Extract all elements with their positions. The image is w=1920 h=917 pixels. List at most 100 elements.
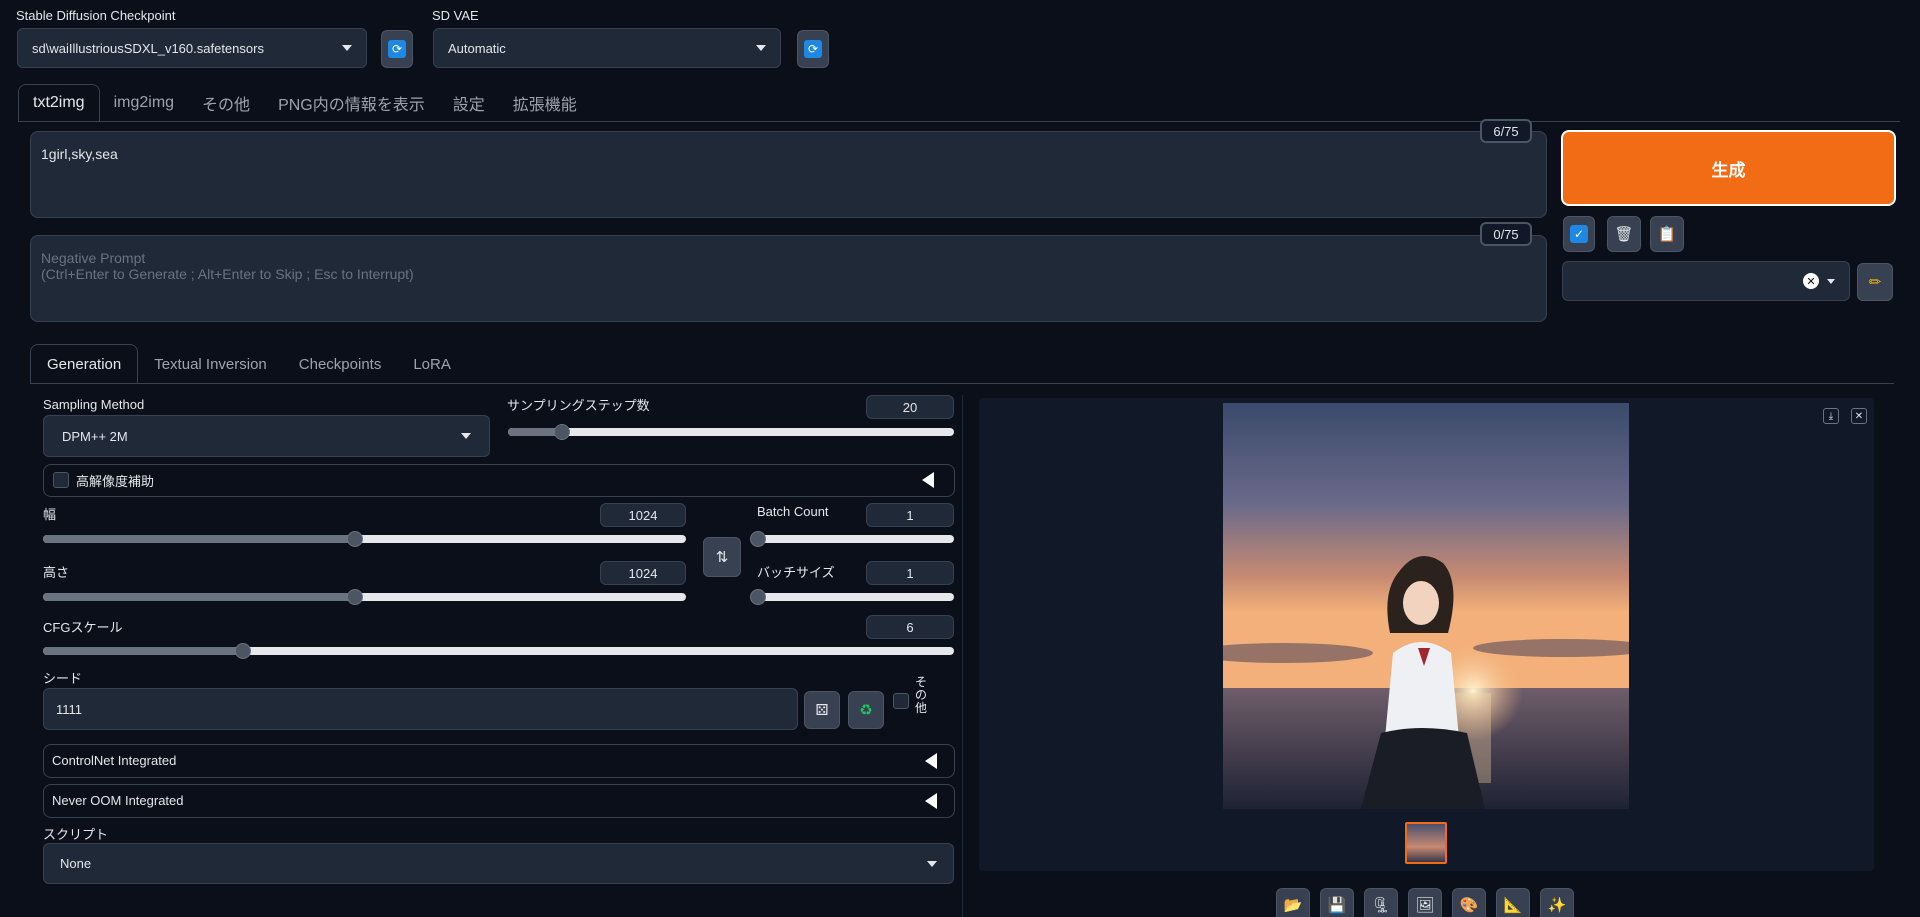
dice-icon: ⚄ bbox=[815, 701, 829, 719]
subtab-checkpoints[interactable]: Checkpoints bbox=[283, 344, 398, 384]
steps-input[interactable]: 20 bbox=[866, 395, 954, 419]
negative-prompt-textarea[interactable]: Negative Prompt (Ctrl+Enter to Generate … bbox=[30, 235, 1547, 322]
height-label: 高さ bbox=[43, 565, 70, 580]
batch-count-slider[interactable] bbox=[750, 531, 954, 547]
image-icon: 🖼 bbox=[1415, 896, 1435, 914]
checkpoint-label: Stable Diffusion Checkpoint bbox=[16, 8, 176, 23]
subtab-textual-inversion[interactable]: Textual Inversion bbox=[138, 344, 283, 384]
clear-icon[interactable]: ✕ bbox=[1803, 273, 1819, 289]
steps-label: サンプリングステップ数 bbox=[507, 398, 650, 413]
negative-prompt-hint: (Ctrl+Enter to Generate ; Alt+Enter to S… bbox=[41, 266, 414, 282]
steps-slider[interactable] bbox=[508, 424, 954, 440]
controlnet-accordion[interactable] bbox=[43, 744, 955, 778]
collapse-triangle-icon[interactable] bbox=[925, 753, 937, 769]
batch-count-input[interactable]: 1 bbox=[866, 503, 954, 527]
negative-prompt-token-counter: 0/75 bbox=[1480, 222, 1532, 246]
palette-icon: 🎨 bbox=[1459, 896, 1479, 914]
collapse-triangle-icon[interactable] bbox=[925, 793, 937, 809]
subtab-generation[interactable]: Generation bbox=[30, 344, 139, 384]
script-label: スクリプト bbox=[43, 827, 109, 842]
subtabs: Generation Textual Inversion Checkpoints… bbox=[30, 344, 467, 384]
reuse-seed-button[interactable]: ♻ bbox=[848, 691, 884, 729]
vae-label: SD VAE bbox=[432, 8, 479, 23]
seed-extra-label: その他 bbox=[915, 675, 928, 715]
width-slider[interactable] bbox=[43, 531, 686, 547]
prompt-text: 1girl,sky,sea bbox=[41, 146, 118, 162]
show-extra-networks-button[interactable]: ✓ bbox=[1563, 216, 1595, 252]
tab-settings[interactable]: 設定 bbox=[439, 84, 499, 122]
pencil-icon: ✏ bbox=[1868, 273, 1882, 291]
vae-dropdown[interactable]: Automatic bbox=[433, 28, 781, 68]
height-slider[interactable] bbox=[43, 589, 686, 605]
chevron-down-icon bbox=[342, 45, 352, 51]
vae-refresh-button[interactable]: ⟳ bbox=[797, 30, 829, 68]
swap-icon: ⇅ bbox=[715, 548, 729, 566]
cfg-scale-label: CFGスケール bbox=[43, 620, 123, 635]
send-to-img2img-button[interactable]: 🖼 bbox=[1408, 888, 1442, 917]
chevron-down-icon bbox=[927, 860, 937, 867]
ruler-icon: 📐 bbox=[1503, 896, 1523, 914]
seed-label: シード bbox=[43, 671, 83, 686]
download-icon[interactable]: ⤓ bbox=[1823, 408, 1839, 424]
collapse-triangle-icon[interactable] bbox=[922, 472, 934, 488]
script-dropdown[interactable]: None bbox=[43, 843, 954, 884]
width-input[interactable]: 1024 bbox=[600, 503, 686, 527]
checkpoint-dropdown[interactable]: sd\waiIllustriousSDXL_v160.safetensors bbox=[17, 28, 367, 68]
chevron-down-icon bbox=[1827, 278, 1835, 284]
batch-count-label: Batch Count bbox=[757, 504, 829, 519]
sampling-method-dropdown[interactable]: DPM++ 2M bbox=[43, 415, 490, 457]
width-label: 幅 bbox=[43, 507, 57, 522]
controlnet-label: ControlNet Integrated bbox=[52, 753, 177, 768]
never-oom-label: Never OOM Integrated bbox=[52, 793, 184, 808]
hires-fix-accordion[interactable] bbox=[43, 464, 955, 497]
upscale-button[interactable]: ✨ bbox=[1540, 888, 1574, 917]
paste-prompt-button[interactable]: 📋 bbox=[1650, 216, 1684, 252]
cfg-scale-input[interactable]: 6 bbox=[866, 615, 954, 639]
refresh-icon: ⟳ bbox=[804, 40, 822, 58]
tab-divider bbox=[18, 121, 1900, 122]
generate-button[interactable]: 生成 bbox=[1561, 130, 1896, 206]
zip-icon: 🗜 bbox=[1371, 896, 1391, 914]
checkmark-icon: ✓ bbox=[1570, 225, 1588, 243]
sampling-method-value: DPM++ 2M bbox=[62, 428, 128, 444]
styles-dropdown[interactable]: ✕ bbox=[1562, 261, 1850, 301]
close-icon[interactable]: ✕ bbox=[1851, 408, 1867, 424]
generated-image-art bbox=[1223, 403, 1629, 809]
zip-button[interactable]: 🗜 bbox=[1364, 888, 1398, 917]
tab-extensions[interactable]: 拡張機能 bbox=[499, 84, 591, 122]
prompt-token-counter: 6/75 bbox=[1480, 119, 1532, 143]
open-folder-button[interactable]: 📂 bbox=[1276, 888, 1310, 917]
save-icon: 💾 bbox=[1327, 896, 1347, 914]
checkpoint-refresh-button[interactable]: ⟳ bbox=[381, 30, 413, 68]
random-seed-button[interactable]: ⚄ bbox=[804, 691, 840, 729]
swap-dimensions-button[interactable]: ⇅ bbox=[703, 537, 741, 577]
vae-value: Automatic bbox=[448, 40, 506, 56]
send-to-extras-button[interactable]: 📐 bbox=[1496, 888, 1530, 917]
batch-size-slider[interactable] bbox=[750, 589, 954, 605]
generated-image[interactable] bbox=[1223, 403, 1629, 809]
tab-img2img[interactable]: img2img bbox=[100, 84, 188, 122]
send-to-inpaint-button[interactable]: 🎨 bbox=[1452, 888, 1486, 917]
refresh-icon: ⟳ bbox=[388, 40, 406, 58]
chevron-down-icon bbox=[756, 45, 766, 51]
negative-prompt-placeholder: Negative Prompt bbox=[41, 250, 146, 266]
clipboard-icon: 📋 bbox=[1657, 225, 1677, 243]
folder-icon: 📂 bbox=[1283, 896, 1303, 914]
prompt-textarea[interactable]: 1girl,sky,sea bbox=[30, 131, 1547, 218]
thumbnail[interactable] bbox=[1405, 822, 1447, 864]
tab-png-info[interactable]: PNG内の情報を表示 bbox=[264, 84, 439, 122]
tab-extras[interactable]: その他 bbox=[188, 84, 264, 122]
batch-size-input[interactable]: 1 bbox=[866, 561, 954, 585]
seed-input[interactable]: 1111 bbox=[43, 688, 798, 730]
recycle-icon: ♻ bbox=[859, 701, 873, 719]
subtab-lora[interactable]: LoRA bbox=[397, 344, 467, 384]
tab-txt2img[interactable]: txt2img bbox=[18, 84, 100, 122]
chevron-down-icon bbox=[461, 433, 471, 439]
cfg-scale-slider[interactable] bbox=[43, 643, 954, 659]
hires-fix-checkbox[interactable] bbox=[53, 472, 69, 488]
clear-prompt-button[interactable]: 🗑 bbox=[1607, 216, 1641, 252]
edit-styles-button[interactable]: ✏ bbox=[1857, 263, 1893, 301]
seed-extra-checkbox[interactable] bbox=[893, 693, 909, 709]
height-input[interactable]: 1024 bbox=[600, 561, 686, 585]
save-button[interactable]: 💾 bbox=[1320, 888, 1354, 917]
